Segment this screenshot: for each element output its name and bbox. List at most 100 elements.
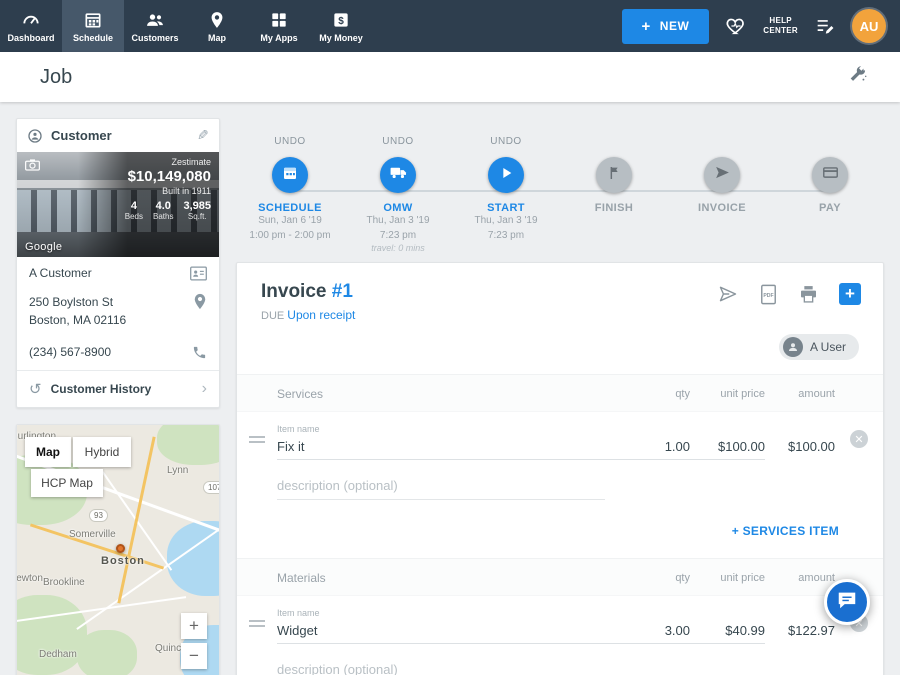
service-description-input[interactable] (277, 476, 605, 500)
invoice-card: Invoice #1 DUE Upon receipt PDF (236, 262, 884, 675)
material-amount: $122.97 (765, 623, 835, 644)
location-pin-icon[interactable] (193, 293, 207, 313)
schedule-step-button[interactable] (272, 157, 308, 193)
customer-card: Customer ✎ Zestimate $10,149,080 Built i… (16, 118, 220, 408)
material-qty-input[interactable] (605, 621, 690, 644)
dashboard-icon (21, 10, 41, 30)
job-tools-icon[interactable] (846, 64, 868, 91)
beds-label: Beds (125, 212, 143, 221)
chat-fab-button[interactable] (824, 579, 870, 625)
pay-step-button[interactable] (812, 157, 848, 193)
health-heart-icon[interactable] (725, 15, 747, 37)
timeline-step-finish: FINISH (560, 136, 668, 250)
flag-icon (606, 165, 622, 186)
zestimate-overlay: Zestimate $10,149,080 Built in 1911 4Bed… (78, 152, 219, 257)
unit-price-column-header: unit price (690, 388, 765, 400)
add-invoice-item-button[interactable]: + (839, 283, 861, 305)
edit-customer-icon[interactable]: ✎ (197, 127, 209, 144)
invoice-step-button[interactable] (704, 157, 740, 193)
customer-address-row: 250 Boylston St Boston, MA 02116 (17, 291, 219, 336)
contact-card-icon[interactable] (190, 266, 207, 284)
item-name-label: Item name (277, 608, 605, 618)
due-terms-link[interactable]: Upon receipt (287, 308, 355, 322)
nav-label: My Apps (260, 33, 297, 43)
drag-handle[interactable] (249, 436, 265, 438)
customer-address: 250 Boylston St Boston, MA 02116 (29, 293, 126, 329)
new-button[interactable]: + NEW (622, 9, 710, 44)
material-description-input[interactable] (277, 660, 605, 675)
map-widget[interactable]: Burlington Lynn 107 93 Somerville Boston… (16, 424, 220, 675)
pdf-icon[interactable]: PDF (759, 284, 778, 305)
assigned-user-name: A User (810, 340, 846, 354)
start-step-button[interactable] (488, 157, 524, 193)
baths-label: Baths (153, 212, 173, 221)
zoom-out-button[interactable]: − (181, 643, 207, 669)
phone-icon[interactable] (192, 345, 207, 363)
customer-name: A Customer (29, 266, 92, 280)
map-type-hybrid-button[interactable]: Hybrid (73, 437, 131, 467)
service-name-input[interactable] (277, 437, 605, 460)
nav-label: Schedule (73, 33, 113, 43)
main-column: UNDO SCHEDULE Sun, Jan 6 '19 1:00 pm - 2… (236, 118, 884, 675)
material-unit-price-input[interactable] (690, 621, 765, 644)
job-location-marker[interactable] (116, 544, 125, 553)
zoom-in-button[interactable]: + (181, 613, 207, 639)
nav-item-schedule[interactable]: Schedule (62, 0, 124, 52)
print-icon[interactable] (798, 284, 819, 304)
chat-bubble-icon (836, 589, 858, 616)
truck-icon (389, 163, 408, 187)
map-label-newton: Newton (16, 573, 43, 584)
omw-step-button[interactable] (380, 157, 416, 193)
zestimate-value: $10,149,080 (128, 168, 211, 185)
undo-omw-button[interactable]: UNDO (344, 136, 452, 150)
nav-item-customers[interactable]: Customers (124, 0, 186, 52)
top-nav: Dashboard Schedule Customers Map My Apps… (0, 0, 900, 52)
finish-step-button[interactable] (596, 157, 632, 193)
map-type-hcp-button[interactable]: HCP Map (31, 469, 103, 497)
zestimate-label: Zestimate (171, 157, 211, 167)
material-item-row: Item name $122.97 ✕ (237, 596, 883, 646)
amount-column-header: amount (765, 388, 835, 400)
customer-name-row: A Customer (17, 257, 219, 291)
invoice-actions: PDF + (717, 283, 861, 305)
property-photo: Zestimate $10,149,080 Built in 1911 4Bed… (17, 152, 219, 257)
nav-item-dashboard[interactable]: Dashboard (0, 0, 62, 52)
nav-item-my-money[interactable]: $ My Money (310, 0, 372, 52)
send-invoice-icon[interactable] (717, 284, 739, 304)
step-time: 7:23 pm (344, 229, 452, 244)
customer-history-button[interactable]: ↺ Customer History › (17, 370, 219, 407)
nav-right: + NEW HELP CENTER AU (622, 0, 900, 52)
service-unit-price-input[interactable] (690, 437, 765, 460)
material-name-input[interactable] (277, 621, 605, 644)
avatar[interactable]: AU (852, 9, 886, 43)
step-date: Thu, Jan 3 '19 (452, 214, 560, 229)
materials-section-title: Materials (277, 571, 605, 585)
nav-item-my-apps[interactable]: My Apps (248, 0, 310, 52)
new-button-label: NEW (660, 19, 690, 33)
materials-header-row: Materials qty unit price amount (237, 558, 883, 596)
invoice-title-text: Invoice (261, 281, 326, 302)
help-center-link[interactable]: HELP CENTER (763, 16, 798, 36)
drag-handle[interactable] (249, 620, 265, 622)
remove-service-item-button[interactable]: ✕ (850, 430, 868, 448)
plus-icon: + (642, 18, 651, 35)
add-services-item-button[interactable]: + SERVICES ITEM (237, 506, 883, 558)
map-type-map-button[interactable]: Map (25, 437, 71, 467)
nav-label: My Money (319, 33, 363, 43)
notes-edit-icon[interactable] (814, 15, 836, 37)
customer-phone-row: (234) 567-8900 (17, 336, 219, 370)
beds-value: 4 (125, 200, 143, 212)
route-93-badge: 93 (89, 509, 108, 522)
assigned-user-row: A User (237, 328, 883, 374)
credit-card-icon (822, 164, 839, 186)
left-column: Customer ✎ Zestimate $10,149,080 Built i… (16, 118, 220, 675)
customers-icon (145, 10, 165, 30)
customer-history-label: Customer History (51, 382, 152, 396)
undo-start-button[interactable]: UNDO (452, 136, 560, 150)
undo-schedule-button[interactable]: UNDO (236, 136, 344, 150)
job-timeline: UNDO SCHEDULE Sun, Jan 6 '19 1:00 pm - 2… (236, 118, 884, 250)
assigned-user-chip[interactable]: A User (779, 334, 859, 360)
service-qty-input[interactable] (605, 437, 690, 460)
nav-item-map[interactable]: Map (186, 0, 248, 52)
map-label-lynn: Lynn (167, 465, 188, 476)
